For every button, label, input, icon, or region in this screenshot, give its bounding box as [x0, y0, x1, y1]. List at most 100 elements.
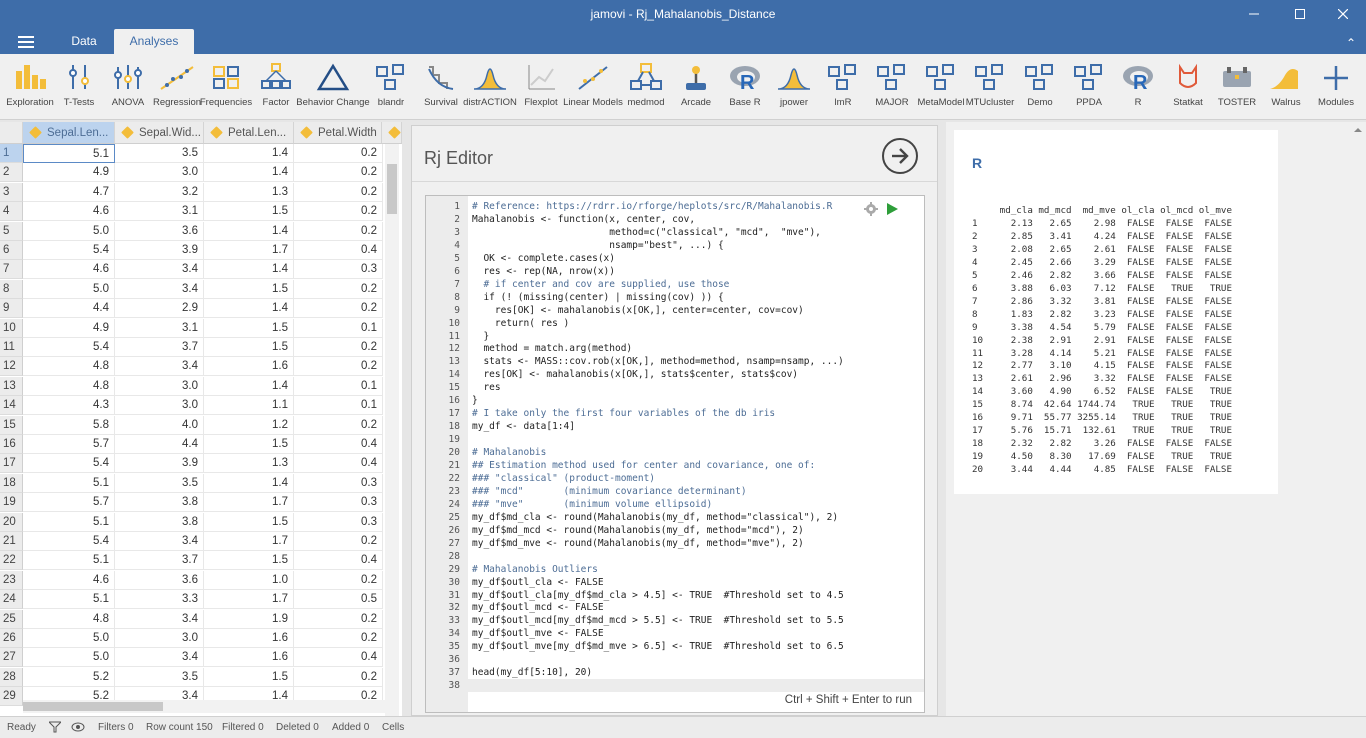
row-number[interactable]: 4	[0, 202, 23, 222]
table-cell[interactable]: 1.9	[204, 609, 294, 629]
table-cell[interactable]: 4.9	[23, 318, 115, 338]
table-cell[interactable]: 1.7	[204, 493, 294, 513]
column-header[interactable]: Petal.Width	[294, 122, 382, 144]
table-cell[interactable]: 5.0	[23, 221, 115, 241]
row-number[interactable]: 22	[0, 551, 23, 571]
column-header[interactable]: Sepal.Wid...	[115, 122, 204, 144]
table-cell[interactable]: 0.4	[294, 454, 383, 474]
table-cell[interactable]: 0.5	[294, 590, 383, 610]
table-cell[interactable]: 0.4	[294, 648, 383, 668]
table-cell[interactable]: 4.6	[23, 260, 115, 280]
row-number[interactable]: 18	[0, 473, 23, 493]
row-number[interactable]: 28	[0, 667, 23, 687]
table-cell[interactable]: 5.4	[23, 338, 115, 357]
table-cell[interactable]: 1.6	[204, 648, 294, 668]
table-cell[interactable]: 0.2	[294, 299, 383, 319]
ribbon-behavior-change-button[interactable]: Behavior Change	[296, 60, 370, 116]
row-number[interactable]: 17	[0, 454, 23, 474]
table-cell[interactable]: 4.8	[23, 609, 115, 629]
table-cell[interactable]: 5.0	[23, 279, 115, 299]
row-number[interactable]: 7	[0, 260, 23, 280]
maximize-button[interactable]	[1277, 0, 1323, 28]
table-cell[interactable]: 1.5	[204, 318, 294, 338]
table-cell[interactable]: 0.3	[294, 260, 383, 280]
table-cell[interactable]: 1.5	[204, 551, 294, 571]
play-icon[interactable]	[886, 203, 898, 215]
table-cell[interactable]: 3.1	[115, 202, 204, 222]
column-header-partial[interactable]	[382, 122, 402, 144]
row-number[interactable]: 27	[0, 648, 23, 668]
table-cell[interactable]: 0.4	[294, 241, 383, 260]
row-number[interactable]: 16	[0, 435, 23, 454]
table-cell[interactable]: 0.3	[294, 512, 383, 532]
sheet-corner[interactable]	[0, 122, 23, 144]
table-cell[interactable]: 4.8	[23, 357, 115, 377]
tab-data[interactable]: Data	[56, 29, 112, 54]
table-cell[interactable]: 3.4	[115, 260, 204, 280]
table-cell[interactable]: 1.5	[204, 667, 294, 687]
table-cell[interactable]: 1.6	[204, 629, 294, 648]
horizontal-scrollbar[interactable]	[23, 700, 385, 713]
column-header[interactable]: Sepal.Len...	[23, 122, 115, 144]
table-cell[interactable]: 4.4	[23, 299, 115, 319]
table-cell[interactable]: 3.9	[115, 454, 204, 474]
filter-icon[interactable]	[49, 721, 61, 733]
column-header[interactable]: Petal.Len...	[204, 122, 294, 144]
table-cell[interactable]: 0.2	[294, 144, 383, 163]
table-cell[interactable]: 0.1	[294, 318, 383, 338]
table-cell[interactable]: 1.2	[204, 415, 294, 435]
table-cell[interactable]: 0.2	[294, 221, 383, 241]
table-cell[interactable]: 3.6	[115, 570, 204, 590]
table-cell[interactable]: 1.1	[204, 396, 294, 416]
table-cell[interactable]: 0.3	[294, 493, 383, 513]
table-cell[interactable]: 0.2	[294, 667, 383, 687]
table-cell[interactable]: 5.0	[23, 648, 115, 668]
table-cell[interactable]: 5.4	[23, 532, 115, 551]
table-cell[interactable]: 3.6	[115, 221, 204, 241]
table-cell[interactable]: 0.2	[294, 338, 383, 357]
table-cell[interactable]: 3.0	[115, 376, 204, 396]
table-cell[interactable]: 2.9	[115, 299, 204, 319]
table-cell[interactable]: 1.7	[204, 241, 294, 260]
tab-analyses[interactable]: Analyses	[114, 29, 194, 54]
table-cell[interactable]: 0.1	[294, 396, 383, 416]
table-cell[interactable]: 0.2	[294, 570, 383, 590]
table-cell[interactable]: 4.4	[115, 435, 204, 454]
row-number[interactable]: 29	[0, 687, 23, 707]
table-cell[interactable]: 3.8	[115, 493, 204, 513]
row-number[interactable]: 12	[0, 357, 23, 377]
row-number[interactable]: 24	[0, 590, 23, 610]
table-cell[interactable]: 3.0	[115, 396, 204, 416]
table-cell[interactable]: 4.8	[23, 376, 115, 396]
table-cell[interactable]: 1.4	[204, 473, 294, 493]
table-cell[interactable]: 1.4	[204, 376, 294, 396]
table-cell[interactable]: 1.5	[204, 512, 294, 532]
table-cell[interactable]: 1.5	[204, 435, 294, 454]
menu-icon[interactable]	[18, 36, 34, 48]
table-cell[interactable]: 0.4	[294, 551, 383, 571]
row-number[interactable]: 23	[0, 570, 23, 590]
table-cell[interactable]: 4.6	[23, 202, 115, 222]
table-cell[interactable]: 5.0	[23, 629, 115, 648]
table-cell[interactable]: 0.2	[294, 163, 383, 183]
table-cell[interactable]: 4.3	[23, 396, 115, 416]
row-number[interactable]: 6	[0, 241, 23, 260]
table-cell[interactable]: 5.1	[23, 551, 115, 571]
row-number[interactable]: 5	[0, 221, 23, 241]
table-cell[interactable]: 0.2	[294, 182, 383, 202]
table-cell[interactable]: 1.7	[204, 532, 294, 551]
table-cell[interactable]: 0.2	[294, 202, 383, 222]
table-cell[interactable]: 3.5	[115, 667, 204, 687]
table-cell[interactable]: 3.4	[115, 648, 204, 668]
table-cell[interactable]: 1.6	[204, 357, 294, 377]
row-number[interactable]: 13	[0, 376, 23, 396]
table-cell[interactable]: 1.4	[204, 144, 294, 163]
row-number[interactable]: 2	[0, 163, 23, 183]
table-cell[interactable]: 1.3	[204, 454, 294, 474]
row-number[interactable]: 10	[0, 318, 23, 338]
table-cell[interactable]: 5.2	[23, 667, 115, 687]
table-cell[interactable]: 1.5	[204, 338, 294, 357]
table-cell[interactable]: 0.4	[294, 435, 383, 454]
table-cell[interactable]: 1.7	[204, 590, 294, 610]
table-cell[interactable]: 0.2	[294, 415, 383, 435]
